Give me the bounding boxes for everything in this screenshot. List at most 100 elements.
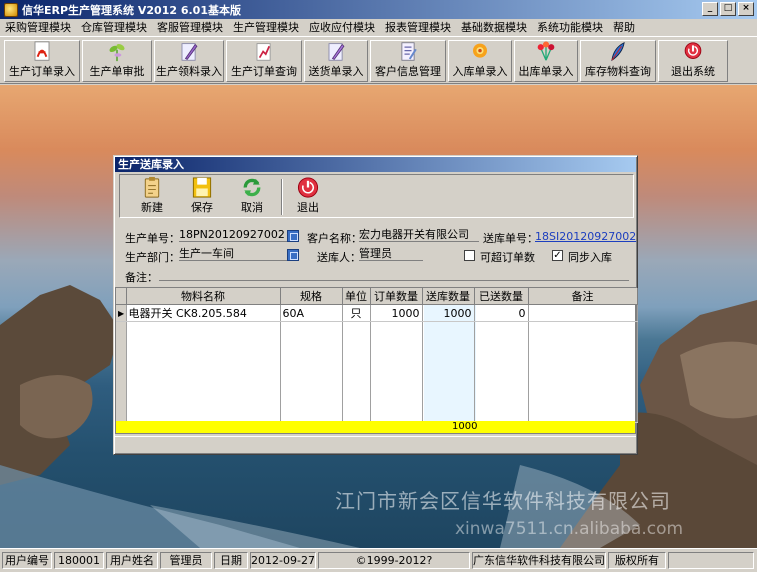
empty-grid-area [116, 321, 638, 423]
dialog-status-bar [115, 436, 636, 454]
pen-doc-icon [328, 43, 345, 61]
toolbar-customer-info[interactable]: 客户信息管理 [370, 40, 446, 82]
window-controls: _ □ × [702, 2, 754, 16]
menu-warehouse[interactable]: 仓库管理模块 [76, 19, 152, 37]
col-delivered-qty[interactable]: 已送数量 [474, 288, 529, 305]
col-remark[interactable]: 备注 [528, 288, 638, 305]
menu-basic-data[interactable]: 基础数据模块 [456, 19, 532, 37]
col-spec[interactable]: 规格 [280, 288, 343, 305]
menu-help[interactable]: 帮助 [608, 19, 640, 37]
sync-stock-in-checkbox[interactable]: ✓ [552, 250, 563, 261]
toolbar-stock-in-entry[interactable]: 入库单录入 [448, 40, 512, 82]
toolbar-material-issue-entry[interactable]: 生产领料录入 [154, 40, 224, 82]
exceed-order-checkbox[interactable] [464, 250, 475, 261]
chart-doc-icon [256, 43, 271, 61]
user-name-label: 用户姓名 [106, 552, 158, 569]
main-toolbar: 生产订单录入 生产单审批 生产领料录入 生产订单查询 送货单录入 客户信息管理 … [0, 38, 757, 84]
status-bar: 用户编号 180001 用户姓名 管理员 日期 2012-09-27 ©1999… [0, 548, 757, 572]
maximize-button[interactable]: □ [720, 2, 736, 16]
save-button[interactable]: 保存 [178, 176, 226, 216]
menu-production[interactable]: 生产管理模块 [228, 19, 304, 37]
company-name: 广东信华软件科技有限公司 [472, 552, 606, 569]
sender-field[interactable]: 管理员 [359, 247, 423, 261]
close-button[interactable]: × [738, 2, 754, 16]
menu-customer-service[interactable]: 客服管理模块 [152, 19, 228, 37]
cell-unit[interactable]: 只 [342, 304, 371, 322]
cell-spec[interactable]: 60A [280, 304, 343, 322]
totals-row: 1000 [116, 421, 635, 433]
cell-material-name[interactable]: 电器开关 CK8.205.584 [126, 304, 281, 322]
production-delivery-dialog: 生产送库录入 新建 保存 取消 退出 生产单号： 18PN20120927002… [113, 155, 638, 455]
menu-reports[interactable]: 报表管理模块 [380, 19, 456, 37]
remark-field[interactable] [159, 267, 629, 281]
toolbar-production-order-entry[interactable]: 生产订单录入 [4, 40, 80, 82]
date-value: 2012-09-27 [250, 552, 316, 569]
watermark-company: 江门市新会区信华软件科技有限公司 [335, 489, 671, 513]
note-icon [401, 42, 417, 61]
order-no-field[interactable]: 18PN20120927002 [179, 228, 287, 242]
menu-system[interactable]: 系统功能模块 [532, 19, 608, 37]
dialog-toolbar: 新建 保存 取消 退出 [119, 174, 634, 218]
col-material-name[interactable]: 物料名称 [126, 288, 281, 305]
plant-icon [109, 43, 125, 62]
window-title-bar: 信华ERP生产管理系统 V2012 6.01基本版 _ □ × [0, 0, 757, 19]
new-button[interactable]: 新建 [128, 176, 176, 216]
toolbar-production-approval[interactable]: 生产单审批 [82, 40, 152, 82]
flower-icon [473, 43, 487, 58]
exit-button[interactable]: 退出 [284, 176, 332, 216]
bouquet-icon [537, 41, 555, 61]
table-row[interactable]: ▶ 电器开关 CK8.205.584 60A 只 1000 1000 0 [116, 304, 638, 322]
cell-remark[interactable] [528, 304, 638, 322]
toolbar-separator [281, 179, 283, 215]
toolbar-delivery-note-entry[interactable]: 送货单录入 [304, 40, 368, 82]
user-id-label: 用户编号 [2, 552, 52, 569]
row-pointer-icon: ▶ [116, 304, 127, 322]
cell-delivery-qty[interactable]: 1000 [422, 304, 475, 322]
exit-icon [684, 42, 702, 59]
items-grid: 物料名称 规格 单位 订单数量 送库数量 已送数量 备注 ▶ 电器开关 CK8.… [115, 287, 638, 434]
rights-text: 版权所有 [608, 552, 666, 569]
delivery-form: 生产单号： 18PN20120927002 客户名称： 宏力电器开关有限公司 送… [119, 222, 636, 286]
dept-picker-icon[interactable] [287, 249, 299, 261]
power-icon [297, 177, 319, 198]
user-id-value: 180001 [54, 552, 104, 569]
delivery-no-link[interactable]: 18SI20120927002 [535, 230, 636, 244]
toolbar-stock-out-entry[interactable]: 出库单录入 [514, 40, 578, 82]
col-unit[interactable]: 单位 [342, 288, 371, 305]
toolbar-production-order-query[interactable]: 生产订单查询 [226, 40, 302, 82]
sync-stock-in-label: 同步入库 [568, 251, 612, 264]
minimize-button[interactable]: _ [702, 2, 718, 16]
cell-order-qty[interactable]: 1000 [370, 304, 423, 322]
pdf-doc-icon [34, 41, 50, 61]
menu-accounts[interactable]: 应收应付模块 [304, 19, 380, 37]
remark-label: 备注： [125, 271, 158, 284]
floppy-disk-icon [192, 177, 212, 198]
total-delivery-qty: 1000 [452, 421, 478, 432]
dept-label: 生产部门： [125, 251, 180, 264]
user-name-value: 管理员 [160, 552, 212, 569]
dialog-title: 生产送库录入 [115, 157, 636, 172]
toolbar-inventory-query[interactable]: 库存物料查询 [580, 40, 656, 82]
cancel-button[interactable]: 取消 [228, 176, 276, 216]
delivery-no-label: 送库单号： [483, 232, 538, 245]
pen-doc-icon [181, 43, 198, 61]
status-empty-panel [668, 552, 754, 569]
dept-field[interactable]: 生产一车间 [179, 247, 287, 261]
order-no-label: 生产单号： [125, 232, 180, 245]
cell-delivered-qty[interactable]: 0 [474, 304, 529, 322]
col-order-qty[interactable]: 订单数量 [370, 288, 423, 305]
row-indicator-header [116, 288, 127, 305]
refresh-icon [243, 178, 261, 197]
clipboard-icon [144, 176, 160, 198]
date-label: 日期 [214, 552, 248, 569]
customer-label: 客户名称： [307, 232, 362, 245]
col-delivery-qty[interactable]: 送库数量 [422, 288, 475, 305]
exceed-order-label: 可超订单数 [480, 251, 535, 264]
sender-label: 送库人： [317, 251, 361, 264]
menu-purchase[interactable]: 采购管理模块 [0, 19, 76, 37]
customer-field[interactable]: 宏力电器开关有限公司 [359, 228, 479, 242]
toolbar-exit-system[interactable]: 退出系统 [658, 40, 728, 82]
copyright-text: ©1999-2012? [318, 552, 470, 569]
watermark-site: xinwa7511.cn.alibaba.com [455, 519, 684, 539]
order-no-picker-icon[interactable] [287, 230, 299, 242]
